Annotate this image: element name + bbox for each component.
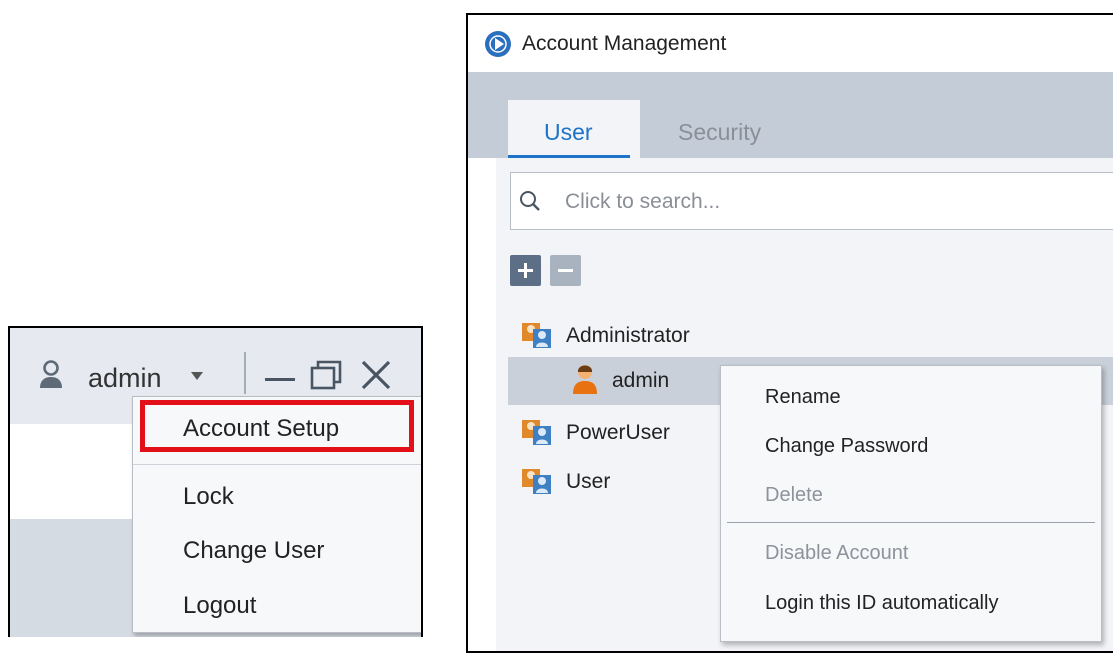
app-logo-icon <box>485 31 511 57</box>
main-window-corner: admin Account Setup Lock Change User Log… <box>8 326 423 637</box>
search-input[interactable]: Click to search... <box>510 172 1113 230</box>
caret-down-icon[interactable] <box>191 372 203 380</box>
minimize-icon[interactable] <box>262 358 298 392</box>
context-item-login-automatically[interactable]: Login this ID automatically <box>765 592 998 615</box>
tab-security[interactable]: Security <box>678 119 761 146</box>
context-item-delete: Delete <box>765 484 823 506</box>
group-icon <box>522 323 551 348</box>
menu-divider <box>133 464 421 465</box>
context-item-disable-account: Disable Account <box>765 542 909 564</box>
user-icon[interactable] <box>38 360 64 390</box>
menu-item-logout[interactable]: Logout <box>183 592 256 620</box>
toolbar-separator <box>244 352 246 394</box>
tab-user-label: User <box>544 119 593 145</box>
person-icon <box>573 365 597 394</box>
tree-group-administrator[interactable]: Administrator <box>522 315 822 357</box>
current-username[interactable]: admin <box>88 363 162 394</box>
tree-group-label: User <box>566 470 611 493</box>
close-icon[interactable] <box>358 358 394 392</box>
user-dropdown-menu: Account Setup Lock Change User Logout <box>132 396 421 633</box>
tree-group-label: Administrator <box>566 324 690 347</box>
context-item-rename[interactable]: Rename <box>765 386 841 409</box>
tree-item-label: admin <box>612 369 670 392</box>
group-icon <box>522 420 551 445</box>
search-icon <box>520 191 540 211</box>
menu-divider <box>727 522 1095 523</box>
tab-user[interactable]: User <box>508 100 640 158</box>
tree-group-label: PowerUser <box>566 421 670 444</box>
group-icon <box>522 469 551 494</box>
window-title: Account Management <box>522 32 727 55</box>
user-context-menu: Rename Change Password Delete Disable Ac… <box>720 365 1102 642</box>
restore-icon[interactable] <box>308 358 344 392</box>
menu-item-account-setup[interactable]: Account Setup <box>183 415 339 443</box>
menu-item-change-user[interactable]: Change User <box>183 537 324 565</box>
search-placeholder: Click to search... <box>565 190 721 213</box>
menu-item-lock[interactable]: Lock <box>183 483 234 511</box>
account-management-window: Account Management User Security Click t… <box>466 13 1113 653</box>
context-item-change-password[interactable]: Change Password <box>765 435 928 458</box>
remove-user-button[interactable] <box>550 255 581 286</box>
add-user-button[interactable] <box>510 255 541 286</box>
